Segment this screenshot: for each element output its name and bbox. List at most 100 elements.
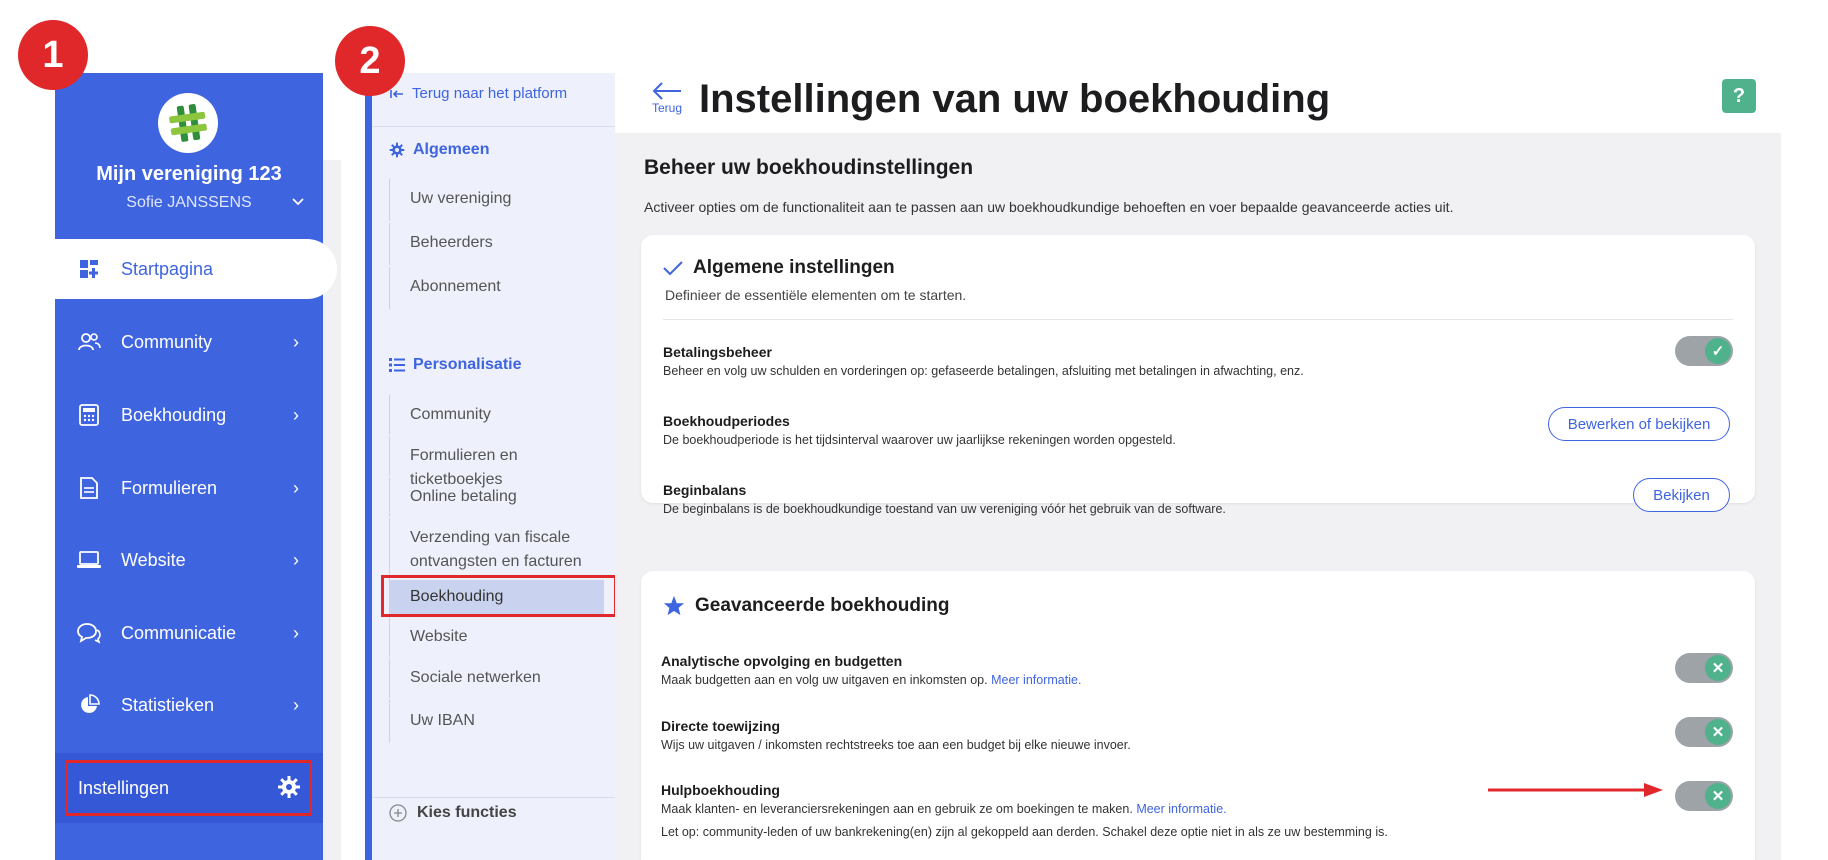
chevron-right-icon: › <box>293 331 299 352</box>
user-name: Sofie JANSSENS <box>126 194 252 211</box>
subsidiary-ledger-toggle[interactable]: ✕ <box>1675 781 1733 811</box>
menu-item-sociale-netwerken[interactable]: Sociale netwerken <box>389 658 604 698</box>
chevron-right-icon: › <box>293 694 299 715</box>
card-title: Algemene instellingen <box>663 257 895 279</box>
menu-heading-label: Algemeen <box>413 141 490 158</box>
check-icon: ✓ <box>1705 338 1731 364</box>
menu-heading-personalisatie: Personalisatie <box>389 356 522 374</box>
setting-title: Hulpboekhouding <box>661 782 780 798</box>
settings-button[interactable]: Instellingen <box>65 760 312 816</box>
general-settings-card: Algemene instellingen Definieer de essen… <box>641 235 1755 516</box>
payment-management-toggle[interactable]: ✓ <box>1675 336 1733 366</box>
sidebar-item-label: Website <box>121 549 186 570</box>
menu-item-online-betaling[interactable]: Online betaling <box>389 477 604 517</box>
star-icon <box>663 595 685 616</box>
main-content: Beheer uw boekhoudinstellingen Activeer … <box>615 133 1781 860</box>
menu-divider <box>372 126 615 127</box>
users-icon <box>77 330 101 354</box>
chevron-right-icon: › <box>293 477 299 498</box>
choose-features-button[interactable]: Kies functies <box>389 804 517 822</box>
menu-heading-algemeen: Algemeen <box>389 141 489 159</box>
highlight-box <box>381 575 617 617</box>
more-info-link[interactable]: Meer informatie. <box>991 673 1081 687</box>
menu-item-abonnement[interactable]: Abonnement <box>389 267 604 309</box>
gear-icon <box>389 142 405 158</box>
chevron-down-icon <box>291 194 305 211</box>
sidebar-item-community[interactable]: Community › <box>55 312 323 372</box>
menu-item-fiscale-ontvangsten[interactable]: Verzending van fiscale ontvangsten en fa… <box>389 518 604 580</box>
main-sidebar: Mijn vereniging 123 Sofie JANSSENS Start… <box>55 73 337 860</box>
sidebar-item-statistieken[interactable]: Statistieken › <box>55 675 323 735</box>
step-marker-1: 1 <box>18 20 88 90</box>
settings-menu: Terug naar het platform Algemeen Uw vere… <box>365 73 617 860</box>
organization-name: Mijn vereniging 123 <box>96 163 282 185</box>
menu-item-uw-vereniging[interactable]: Uw vereniging <box>389 179 604 221</box>
setting-description: Maak klanten- en leveranciersrekeningen … <box>661 802 1227 816</box>
chevron-right-icon: › <box>293 404 299 425</box>
laptop-icon <box>77 548 101 572</box>
setting-description: Maak budgetten aan en volg uw uitgaven e… <box>661 673 1082 687</box>
menu-item-beheerders[interactable]: Beheerders <box>389 223 604 265</box>
step-marker-2: 2 <box>335 26 405 96</box>
back-arrow-icon <box>390 89 403 98</box>
user-switcher[interactable]: Sofie JANSSENS <box>55 194 323 212</box>
page-root: 1 2 Mijn vereniging 123 Sofie JANSSENS S… <box>0 0 1828 860</box>
sidebar-item-communicatie[interactable]: Communicatie › <box>55 603 323 663</box>
sidebar-item-formulieren[interactable]: Formulieren › <box>55 458 323 518</box>
pie-chart-icon <box>77 693 101 717</box>
menu-divider <box>372 797 615 798</box>
close-icon: ✕ <box>1705 783 1731 809</box>
menu-item-formulieren[interactable]: Formulieren en ticketboekjes <box>389 436 604 488</box>
sidebar-item-startpagina[interactable]: Startpagina <box>55 239 337 299</box>
setting-description: Beheer en volg uw schulden en vorderinge… <box>663 364 1304 378</box>
setting-title: Boekhoudperiodes <box>663 413 790 429</box>
view-opening-balance-button[interactable]: Bekijken <box>1633 478 1730 512</box>
list-icon <box>389 358 405 372</box>
page-header: Terug Instellingen van uw boekhouding <box>615 73 1828 133</box>
setting-title: Analytische opvolging en budgetten <box>661 653 903 669</box>
menu-item-community[interactable]: Community <box>389 395 604 435</box>
back-to-platform-link[interactable]: Terug naar het platform <box>390 85 567 102</box>
chevron-right-icon: › <box>293 549 299 570</box>
close-icon: ✕ <box>1705 719 1731 745</box>
card-title: Geavanceerde boekhouding <box>663 595 949 617</box>
plus-circle-icon <box>389 804 407 822</box>
calculator-icon <box>77 403 101 427</box>
setting-warning: Let op: community-leden of uw bankrekeni… <box>661 825 1388 839</box>
sidebar-item-label: Formulieren <box>121 477 218 498</box>
setting-description: Wijs uw uitgaven / inkomsten rechtstreek… <box>661 738 1131 752</box>
edit-periods-button[interactable]: Bewerken of bekijken <box>1548 407 1730 441</box>
gear-icon <box>277 775 301 804</box>
close-icon: ✕ <box>1705 655 1731 681</box>
organization-logo[interactable] <box>158 93 218 153</box>
card-subtitle: Definieer de essentiële elementen om te … <box>665 287 967 303</box>
menu-item-website[interactable]: Website <box>389 617 604 657</box>
setting-title: Betalingsbeheer <box>663 344 772 360</box>
card-divider <box>663 319 1733 320</box>
chat-icon <box>77 621 101 645</box>
sidebar-item-boekhouding[interactable]: Boekhouding › <box>55 385 323 445</box>
section-description: Activeer opties om de functionaliteit aa… <box>644 199 1454 215</box>
sidebar-item-website[interactable]: Website › <box>55 530 323 590</box>
direct-assignment-toggle[interactable]: ✕ <box>1675 717 1733 747</box>
back-label: Terug <box>651 101 683 115</box>
section-title: Beheer uw boekhoudinstellingen <box>644 156 974 179</box>
setting-description: De boekhoudperiode is het tijdsinterval … <box>663 433 1176 447</box>
settings-label: Instellingen <box>78 777 170 798</box>
help-button[interactable]: ? <box>1722 79 1756 113</box>
sidebar-item-label: Community <box>121 331 213 352</box>
back-button[interactable]: Terug <box>647 81 687 115</box>
page-title: Instellingen van uw boekhouding <box>699 77 1331 121</box>
sidebar-item-label: Statistieken <box>121 694 215 715</box>
card-title-label: Algemene instellingen <box>693 257 895 278</box>
more-info-link[interactable]: Meer informatie. <box>1136 802 1226 816</box>
menu-heading-label: Personalisatie <box>413 356 522 373</box>
sidebar-item-label: Startpagina <box>121 258 214 279</box>
analytics-budgets-toggle[interactable]: ✕ <box>1675 653 1733 683</box>
advanced-accounting-card: Geavanceerde boekhouding Analytische opv… <box>641 571 1755 860</box>
dashboard-icon <box>77 257 101 281</box>
choose-features-label: Kies functies <box>417 804 517 821</box>
card-title-label: Geavanceerde boekhouding <box>695 595 950 616</box>
annotation-arrow-icon <box>1488 783 1663 797</box>
menu-item-uw-iban[interactable]: Uw IBAN <box>389 699 604 743</box>
